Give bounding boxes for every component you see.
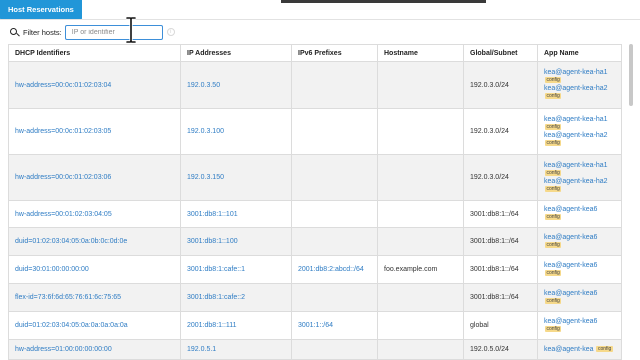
column-header-global-subnet[interactable]: Global/Subnet bbox=[463, 44, 538, 62]
app-name-link[interactable]: kea@agent-kea6 bbox=[544, 318, 597, 325]
tab-host-reservations[interactable]: Host Reservations bbox=[0, 0, 82, 20]
ip-address-link[interactable]: 192.0.3.150 bbox=[187, 174, 224, 181]
app-name-link[interactable]: kea@agent-kea-ha1 bbox=[544, 162, 608, 169]
ip-address-link[interactable]: 2001:db8:1::111 bbox=[187, 322, 237, 329]
dhcp-identifier-link[interactable]: duid=01:02:03:04:05:0a:0b:0c:0d:0e bbox=[15, 238, 127, 245]
config-badge: config bbox=[545, 123, 562, 130]
app-entry: kea@agent-kea6 config bbox=[544, 234, 615, 250]
host-reservations-table: DHCP Identifiers IP Addresses IPv6 Prefi… bbox=[8, 44, 622, 360]
config-badge: config bbox=[545, 241, 562, 248]
app-name-link[interactable]: kea@agent-kea-ha1 bbox=[544, 69, 608, 76]
dhcp-identifier-link[interactable]: hw-address=00:01:02:03:04:05 bbox=[15, 211, 112, 218]
ipv6-prefix-link[interactable]: 3001:1::/64 bbox=[298, 322, 333, 329]
dhcp-identifier-link[interactable]: hw-address=00:0c:01:02:03:05 bbox=[15, 128, 111, 135]
app-name-link[interactable]: kea@agent-kea6 bbox=[544, 234, 597, 241]
app-entry: kea@agent-kea6 config bbox=[544, 262, 615, 278]
app-name-link[interactable]: kea@agent-kea bbox=[544, 346, 594, 353]
subnet-cell: 3001:db8:1::/64 bbox=[470, 266, 519, 273]
table-row: duid=01:02:03:04:05:0a:0a:0a:0a:0a 2001:… bbox=[8, 311, 622, 340]
app-name-link[interactable]: kea@agent-kea-ha1 bbox=[544, 116, 608, 123]
app-name-link[interactable]: kea@agent-kea-ha2 bbox=[544, 132, 608, 139]
app-entry: kea@agent-kea config bbox=[544, 346, 615, 354]
vertical-scrollbar[interactable] bbox=[629, 44, 633, 106]
dhcp-identifier-link[interactable]: flex-id=73:6f:6d:65:76:61:6c:75:65 bbox=[15, 294, 121, 301]
subnet-cell: 192.0.3.0/24 bbox=[470, 81, 509, 89]
config-badge: config bbox=[596, 345, 613, 352]
subnet-cell: 3001:db8:1::/64 bbox=[470, 238, 519, 245]
config-badge: config bbox=[545, 297, 562, 304]
config-badge: config bbox=[545, 139, 562, 146]
ip-address-link[interactable]: 3001:db8:1::101 bbox=[187, 211, 238, 218]
app-name-link[interactable]: kea@agent-kea6 bbox=[544, 206, 597, 213]
dhcp-identifier-link[interactable]: hw-address=00:0c:01:02:03:06 bbox=[15, 174, 111, 181]
column-header-app-name[interactable]: App Name bbox=[537, 44, 622, 62]
subnet-cell: 192.0.3.0/24 bbox=[470, 128, 509, 135]
subnet-cell: 192.0.5.0/24 bbox=[470, 346, 509, 353]
text-cursor-icon bbox=[125, 17, 137, 43]
table-row: hw-address=01:00:00:00:00:00 192.0.5.1 1… bbox=[8, 339, 622, 360]
app-entry: kea@agent-kea-ha1 config bbox=[544, 162, 615, 178]
top-window-band bbox=[281, 0, 486, 3]
filter-hosts-input[interactable] bbox=[64, 24, 163, 40]
ipv6-prefix-link[interactable]: 2001:db8:2:abcd::/64 bbox=[298, 266, 364, 273]
table-row: hw-address=00:0c:01:02:03:06 192.0.3.150… bbox=[8, 154, 622, 201]
hostname-cell: foo.example.com bbox=[384, 266, 438, 273]
column-header-hostname[interactable]: Hostname bbox=[377, 44, 464, 62]
ip-address-link[interactable]: 192.0.3.50 bbox=[187, 82, 220, 89]
ip-address-link[interactable]: 3001:db8:1::100 bbox=[187, 238, 238, 245]
table-row: hw-address=00:0c:01:02:03:05 192.0.3.100… bbox=[8, 108, 622, 155]
tab-underline bbox=[0, 19, 640, 20]
ip-address-link[interactable]: 192.0.3.100 bbox=[187, 128, 224, 135]
filter-label: Filter hosts: bbox=[23, 27, 62, 37]
table-header-row: DHCP Identifiers IP Addresses IPv6 Prefi… bbox=[8, 44, 622, 62]
app-entry: kea@agent-kea6 config bbox=[544, 206, 615, 222]
app-entry: kea@agent-kea6 config bbox=[544, 290, 615, 306]
app-entry: kea@agent-kea-ha1 config bbox=[544, 116, 615, 132]
subnet-cell: 3001:db8:1::/64 bbox=[470, 210, 519, 218]
dhcp-identifier-link[interactable]: duid=01:02:03:04:05:0a:0a:0a:0a:0a bbox=[15, 322, 128, 329]
column-header-ip-addresses[interactable]: IP Addresses bbox=[180, 44, 292, 62]
app-name-link[interactable]: kea@agent-kea6 bbox=[544, 290, 597, 297]
config-badge: config bbox=[545, 77, 562, 84]
dhcp-identifier-link[interactable]: hw-address=01:00:00:00:00:00 bbox=[15, 346, 112, 353]
app-entry: kea@agent-kea-ha2 config bbox=[544, 178, 615, 194]
ip-address-link[interactable]: 3001:db8:1:cafe::2 bbox=[187, 294, 245, 301]
column-header-dhcp-identifiers[interactable]: DHCP Identifiers bbox=[8, 44, 181, 62]
subnet-cell: 192.0.3.0/24 bbox=[470, 174, 509, 181]
table-row: hw-address=00:0c:01:02:03:04 192.0.3.50 … bbox=[8, 61, 622, 109]
config-badge: config bbox=[545, 185, 562, 192]
help-icon[interactable]: i bbox=[166, 28, 175, 36]
config-badge: config bbox=[545, 325, 562, 332]
app-entry: kea@agent-kea-ha2 config bbox=[544, 132, 615, 148]
subnet-cell: global bbox=[470, 322, 489, 329]
app-entry: kea@agent-kea-ha1 config bbox=[544, 69, 615, 85]
ip-address-link[interactable]: 192.0.5.1 bbox=[187, 346, 216, 353]
subnet-cell: 3001:db8:1::/64 bbox=[470, 294, 519, 301]
dhcp-identifier-link[interactable]: hw-address=00:0c:01:02:03:04 bbox=[15, 82, 111, 89]
column-header-ipv6-prefixes[interactable]: IPv6 Prefixes bbox=[291, 44, 378, 62]
filter-bar: Filter hosts: i bbox=[10, 24, 175, 40]
app-entry: kea@agent-kea6 config bbox=[544, 318, 615, 334]
config-badge: config bbox=[545, 269, 562, 276]
config-badge: config bbox=[545, 214, 562, 221]
app-name-link[interactable]: kea@agent-kea-ha2 bbox=[544, 178, 608, 185]
config-badge: config bbox=[545, 169, 562, 176]
app-name-link[interactable]: kea@agent-kea6 bbox=[544, 262, 597, 269]
search-icon bbox=[10, 27, 19, 37]
app-name-link[interactable]: kea@agent-kea-ha2 bbox=[544, 85, 608, 92]
app-entry: kea@agent-kea-ha2 config bbox=[544, 85, 615, 101]
dhcp-identifier-link[interactable]: duid=30:01:00:00:00:00 bbox=[15, 266, 89, 273]
ip-address-link[interactable]: 3001:db8:1:cafe::1 bbox=[187, 266, 245, 273]
table-row: flex-id=73:6f:6d:65:76:61:6c:75:65 3001:… bbox=[8, 283, 622, 312]
table-row: hw-address=00:01:02:03:04:05 3001:db8:1:… bbox=[8, 200, 622, 228]
table-row: duid=30:01:00:00:00:00 3001:db8:1:cafe::… bbox=[8, 255, 622, 284]
table-row: duid=01:02:03:04:05:0a:0b:0c:0d:0e 3001:… bbox=[8, 227, 622, 256]
config-badge: config bbox=[545, 93, 562, 100]
